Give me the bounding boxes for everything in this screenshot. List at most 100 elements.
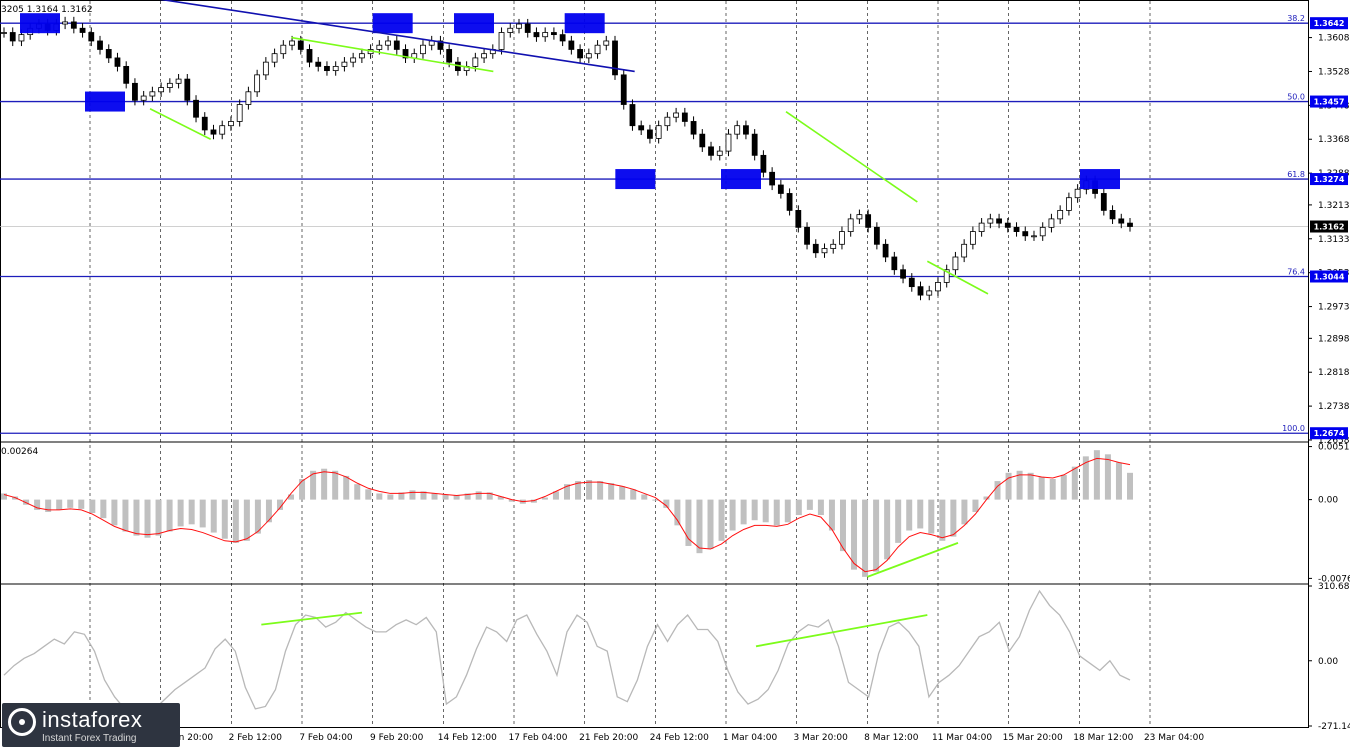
macd-bar [155, 499, 162, 536]
macd-bar [144, 499, 151, 538]
candle-body [760, 154, 767, 173]
candle-body [332, 65, 339, 72]
macd-bar [828, 499, 835, 531]
candle-body [219, 125, 226, 135]
x-tick-label: 11 Mar 04:00 [932, 733, 992, 743]
candle-body [498, 32, 505, 50]
candle-body [271, 53, 278, 63]
candle-body [673, 112, 680, 118]
y-tick-label: 1.3528 [1318, 67, 1350, 77]
candle-body [306, 49, 313, 63]
candle-body [716, 150, 723, 156]
candle-body [935, 282, 941, 292]
candle-body [97, 40, 103, 50]
x-tick-label: 21 Feb 20:00 [579, 733, 638, 743]
macd-bar [1005, 472, 1012, 500]
candle-body [856, 214, 863, 220]
candle-body [358, 53, 365, 59]
candle-body [655, 125, 662, 139]
price-badge-label: 1.3457 [1314, 98, 1345, 107]
macd-bar [784, 499, 791, 523]
candle-body [297, 40, 304, 50]
candle-body [385, 40, 391, 46]
macd-bar [773, 499, 780, 526]
y-tick-label: 1.2738 [1318, 402, 1350, 412]
x-tick-label: 18 Mar 12:00 [1073, 733, 1133, 743]
fib-ratio-label: 50.0 [1287, 93, 1305, 102]
x-tick-label: 9 Feb 20:00 [370, 733, 424, 743]
y-tick-label: 1.3608 [1318, 34, 1350, 44]
candle-body [1039, 226, 1046, 237]
candle-body [681, 112, 688, 122]
trend-line [785, 111, 918, 203]
macd-bar [1071, 466, 1078, 500]
macd-bar [928, 499, 935, 534]
highlight-box [454, 13, 494, 34]
candle-body [193, 99, 199, 118]
macd-bar [299, 479, 306, 500]
candle-body [376, 44, 383, 50]
candle-body [804, 226, 810, 245]
macd-divergence-line [867, 542, 959, 578]
candle-body [839, 231, 845, 245]
macd-bar [1093, 450, 1100, 500]
x-tick-label: 8 Mar 12:00 [864, 733, 919, 743]
candle-body [9, 32, 16, 42]
candle-body [969, 231, 976, 245]
macd-bar [895, 499, 902, 543]
macd-bar [696, 499, 703, 554]
candle-body [638, 125, 645, 131]
candle-body [917, 286, 924, 296]
macd-bar [332, 470, 339, 500]
macd-bar [641, 494, 648, 500]
candle-body [542, 32, 549, 38]
candle-body [1065, 197, 1072, 211]
candle-body [158, 87, 165, 93]
x-tick-label: 17 Feb 04:00 [508, 733, 567, 743]
candle-body [88, 32, 95, 42]
candle-body [1013, 226, 1020, 232]
macd-bar [354, 484, 361, 500]
candle-body [516, 23, 522, 29]
candle-body [812, 243, 819, 254]
macd-bar [1060, 474, 1067, 500]
macd-bar [111, 499, 118, 526]
macd-bar [177, 499, 184, 527]
highlight-box [20, 13, 60, 34]
candle-body [743, 125, 749, 135]
y-tick-label: 1.3133 [1318, 235, 1350, 245]
macd-bar [906, 499, 913, 531]
candle-body [254, 74, 261, 93]
candle-body [393, 40, 400, 50]
trend-line [291, 36, 494, 73]
macd-bar [862, 499, 869, 577]
macd-bar [1038, 476, 1045, 500]
price-header: 3205 1.3164 1.3162 [1, 5, 93, 15]
candle-body [725, 133, 732, 152]
candle-body [533, 32, 540, 38]
macd-bar [122, 499, 129, 532]
candle-body [420, 44, 426, 55]
macd-bar [133, 499, 140, 536]
x-tick-label: 24 Feb 12:00 [650, 733, 709, 743]
candle-body [140, 95, 147, 101]
candle-body [577, 49, 583, 59]
price-badge-label: 1.3642 [1314, 19, 1345, 28]
candle-body [18, 34, 25, 42]
candle-body [341, 61, 348, 67]
macd-y-tick-label: 0.00515 [1318, 443, 1350, 453]
candle-body [1127, 222, 1133, 227]
macd-bar [1104, 454, 1111, 500]
chart-root: 26 Jan 04:0028 Jan 20:002 Feb 12:007 Feb… [0, 0, 1350, 743]
x-tick-label: 14 Feb 12:00 [438, 733, 497, 743]
macd-bar [232, 499, 239, 543]
candle-body [1100, 193, 1107, 211]
cci-line [3, 589, 1131, 712]
logo-brand: instaforex [42, 707, 143, 732]
candle-body [891, 256, 898, 271]
candle-body [647, 129, 653, 139]
highlight-box [372, 13, 413, 34]
x-tick-label: 23 Mar 04:00 [1144, 733, 1204, 743]
candle-body [664, 116, 671, 127]
candle-body [524, 23, 531, 33]
